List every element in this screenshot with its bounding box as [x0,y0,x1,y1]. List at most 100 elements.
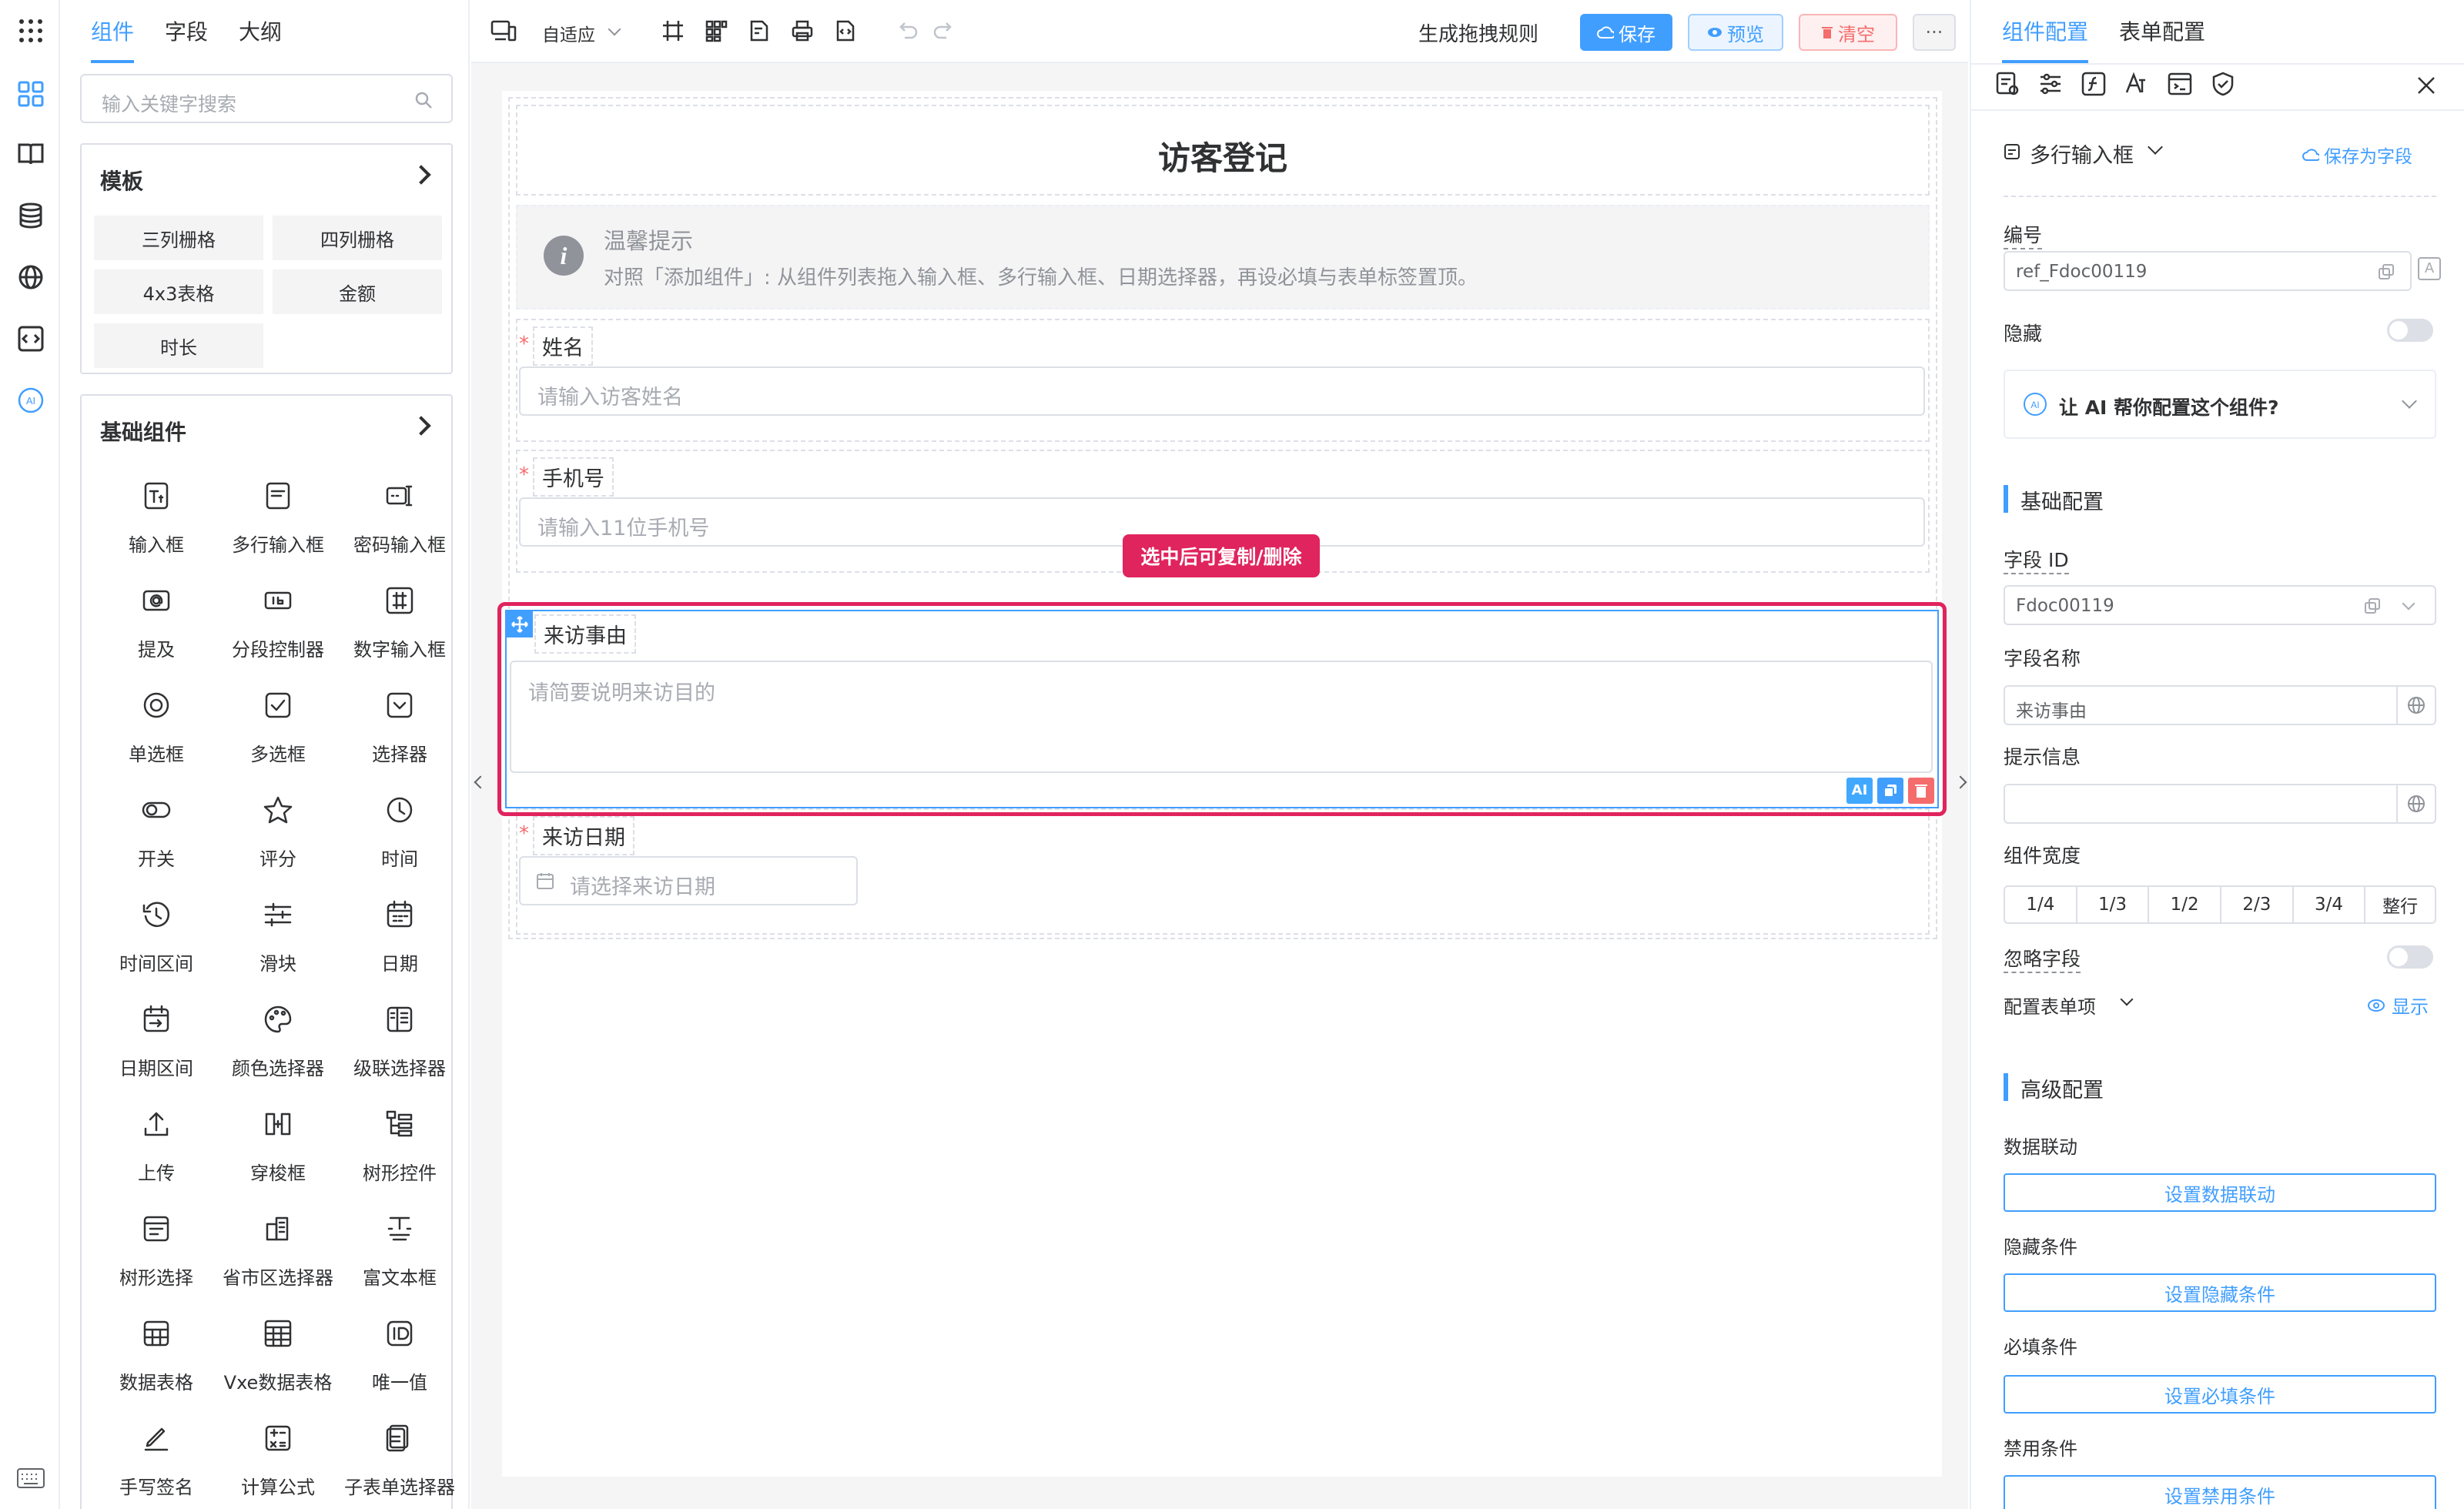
field-name-input[interactable]: 来访事由 [2004,685,2436,725]
width-option[interactable]: 2/3 [2220,885,2294,924]
save-button[interactable]: 保存 [1580,14,1672,51]
close-icon[interactable] [2416,75,2436,95]
chevron-down-icon[interactable] [2402,597,2415,611]
field-visit-reason[interactable]: 来访事由 请简要说明来访目的 AI [505,610,1939,808]
drag-handle-icon[interactable] [507,611,533,637]
component-item-password[interactable]: 密码输入框 [339,467,460,567]
field-name[interactable]: * 姓名 请输入访客姓名 [516,319,1930,442]
set-disable-condition-button[interactable]: 设置禁用条件 [2004,1475,2436,1509]
collapse-left-icon[interactable] [474,775,487,789]
component-item-signature[interactable]: 手写签名 [95,1409,217,1509]
book-icon[interactable] [15,139,46,169]
globe-icon[interactable] [2396,687,2435,724]
title-block[interactable]: 访客登记 [516,105,1930,196]
set-hide-condition-button[interactable]: 设置隐藏条件 [2004,1273,2436,1312]
chevron-right-icon[interactable] [411,416,431,436]
name-input[interactable]: 请输入访客姓名 [519,366,1925,416]
component-item-time-range[interactable]: 时间区间 [95,885,217,985]
component-item-upload[interactable]: 上传 [95,1095,217,1195]
set-data-link-button[interactable]: 设置数据联动 [2004,1173,2436,1212]
chevron-right-icon[interactable] [411,165,431,185]
search-input[interactable]: 输入关键字搜索 [80,74,453,123]
save-as-field-link[interactable]: 保存为字段 [2302,142,2412,168]
component-item-table[interactable]: 数据表格 [95,1304,217,1404]
field-visit-date[interactable]: * 来访日期 请选择来访日期 [516,808,1930,935]
component-item-tree-select[interactable]: 树形选择 [95,1200,217,1300]
component-item-radio[interactable]: 单选框 [95,676,217,776]
copy-icon[interactable] [1877,778,1903,804]
edit-icon[interactable] [745,17,773,45]
component-type[interactable]: 多行输入框 [2030,139,2134,169]
preview-button[interactable]: 预览 [1688,14,1783,51]
hidden-toggle[interactable] [2387,319,2433,342]
ai-icon[interactable]: AI [15,385,46,416]
code-icon[interactable] [15,323,46,354]
device-icon[interactable] [490,17,517,45]
window-code-icon[interactable] [2167,71,2193,97]
function-icon[interactable] [2081,71,2107,97]
field-id-select[interactable]: Fdoc00119 [2004,585,2436,625]
component-item-segmented[interactable]: 分段控制器 [217,571,339,671]
tab-component-config[interactable]: 组件配置 [2002,15,2089,63]
more-button[interactable]: ··· [1913,14,1956,51]
chevron-down-icon[interactable] [608,22,621,36]
component-item-calendar[interactable]: 日期 [339,885,460,985]
database-icon[interactable] [15,200,46,231]
component-item-transfer[interactable]: 穿梭框 [217,1095,339,1195]
template-item[interactable]: 时长 [94,323,263,368]
frame-icon[interactable] [659,17,687,45]
component-item-date-range[interactable]: 日期区间 [95,990,217,1090]
chevron-down-icon[interactable] [2148,139,2163,155]
collapse-right-icon[interactable] [1953,775,1967,789]
component-item-vxe-table[interactable]: Vxe数据表格 [217,1304,339,1404]
component-item-slider[interactable]: 滑块 [217,885,339,985]
component-item-select[interactable]: 选择器 [339,676,460,776]
template-item[interactable]: 金额 [273,269,442,314]
delete-icon[interactable] [1908,778,1934,804]
width-option[interactable]: 1/3 [2075,885,2150,924]
ignore-field-toggle[interactable] [2387,945,2433,969]
component-item-region[interactable]: 省市区选择器 [217,1200,339,1300]
width-option[interactable]: 1/2 [2148,885,2221,924]
globe-icon[interactable] [15,262,46,293]
component-item-richtext[interactable]: 富文本框 [339,1200,460,1300]
template-item[interactable]: 4x3表格 [94,269,263,314]
component-item-checkbox[interactable]: 多选框 [217,676,339,776]
clear-button[interactable]: 清空 [1799,14,1897,51]
component-item-palette[interactable]: 颜色选择器 [217,990,339,1090]
components-icon[interactable] [15,79,46,109]
component-item-switch[interactable]: 开关 [95,781,217,881]
globe-icon[interactable] [2396,785,2435,822]
ref-input[interactable]: ref_Fdoc00119 [2004,251,2412,291]
tab-outline[interactable]: 大纲 [239,15,282,63]
copy-icon[interactable] [2364,597,2381,614]
sliders-icon[interactable] [2037,71,2064,97]
redo-icon[interactable] [930,17,958,45]
component-item-tree[interactable]: 树形控件 [339,1095,460,1195]
tab-components[interactable]: 组件 [91,15,135,63]
date-picker[interactable]: 请选择来访日期 [519,856,858,905]
shield-icon[interactable] [2210,71,2236,97]
component-item-unique[interactable]: 唯一值 [339,1304,460,1404]
text-style-icon[interactable] [2124,71,2150,97]
component-item-textbox[interactable]: 输入框 [95,467,217,567]
component-item-mention[interactable]: 提及 [95,571,217,671]
tab-fields[interactable]: 字段 [165,15,208,63]
props-icon[interactable] [1994,71,2020,97]
tab-form-config[interactable]: 表单配置 [2119,15,2205,63]
copy-icon[interactable] [2378,263,2395,280]
generate-rules-button[interactable]: 生成拖拽规则 [1418,18,1538,47]
font-a-icon[interactable]: A [2418,257,2441,280]
apps-grid-icon[interactable] [15,15,46,46]
component-item-clock[interactable]: 时间 [339,781,460,881]
set-required-condition-button[interactable]: 设置必填条件 [2004,1375,2436,1414]
chevron-down-icon[interactable] [2120,992,2134,1006]
ai-assist-icon[interactable]: AI [1846,778,1873,804]
reason-textarea[interactable]: 请简要说明来访目的 [510,661,1933,773]
component-item-number[interactable]: 数字输入框 [339,571,460,671]
hint-input[interactable] [2004,784,2436,824]
component-item-textarea[interactable]: 多行输入框 [217,467,339,567]
device-mode-label[interactable]: 自适应 [542,20,595,46]
component-item-star[interactable]: 评分 [217,781,339,881]
template-item[interactable]: 四列栅格 [273,216,442,260]
